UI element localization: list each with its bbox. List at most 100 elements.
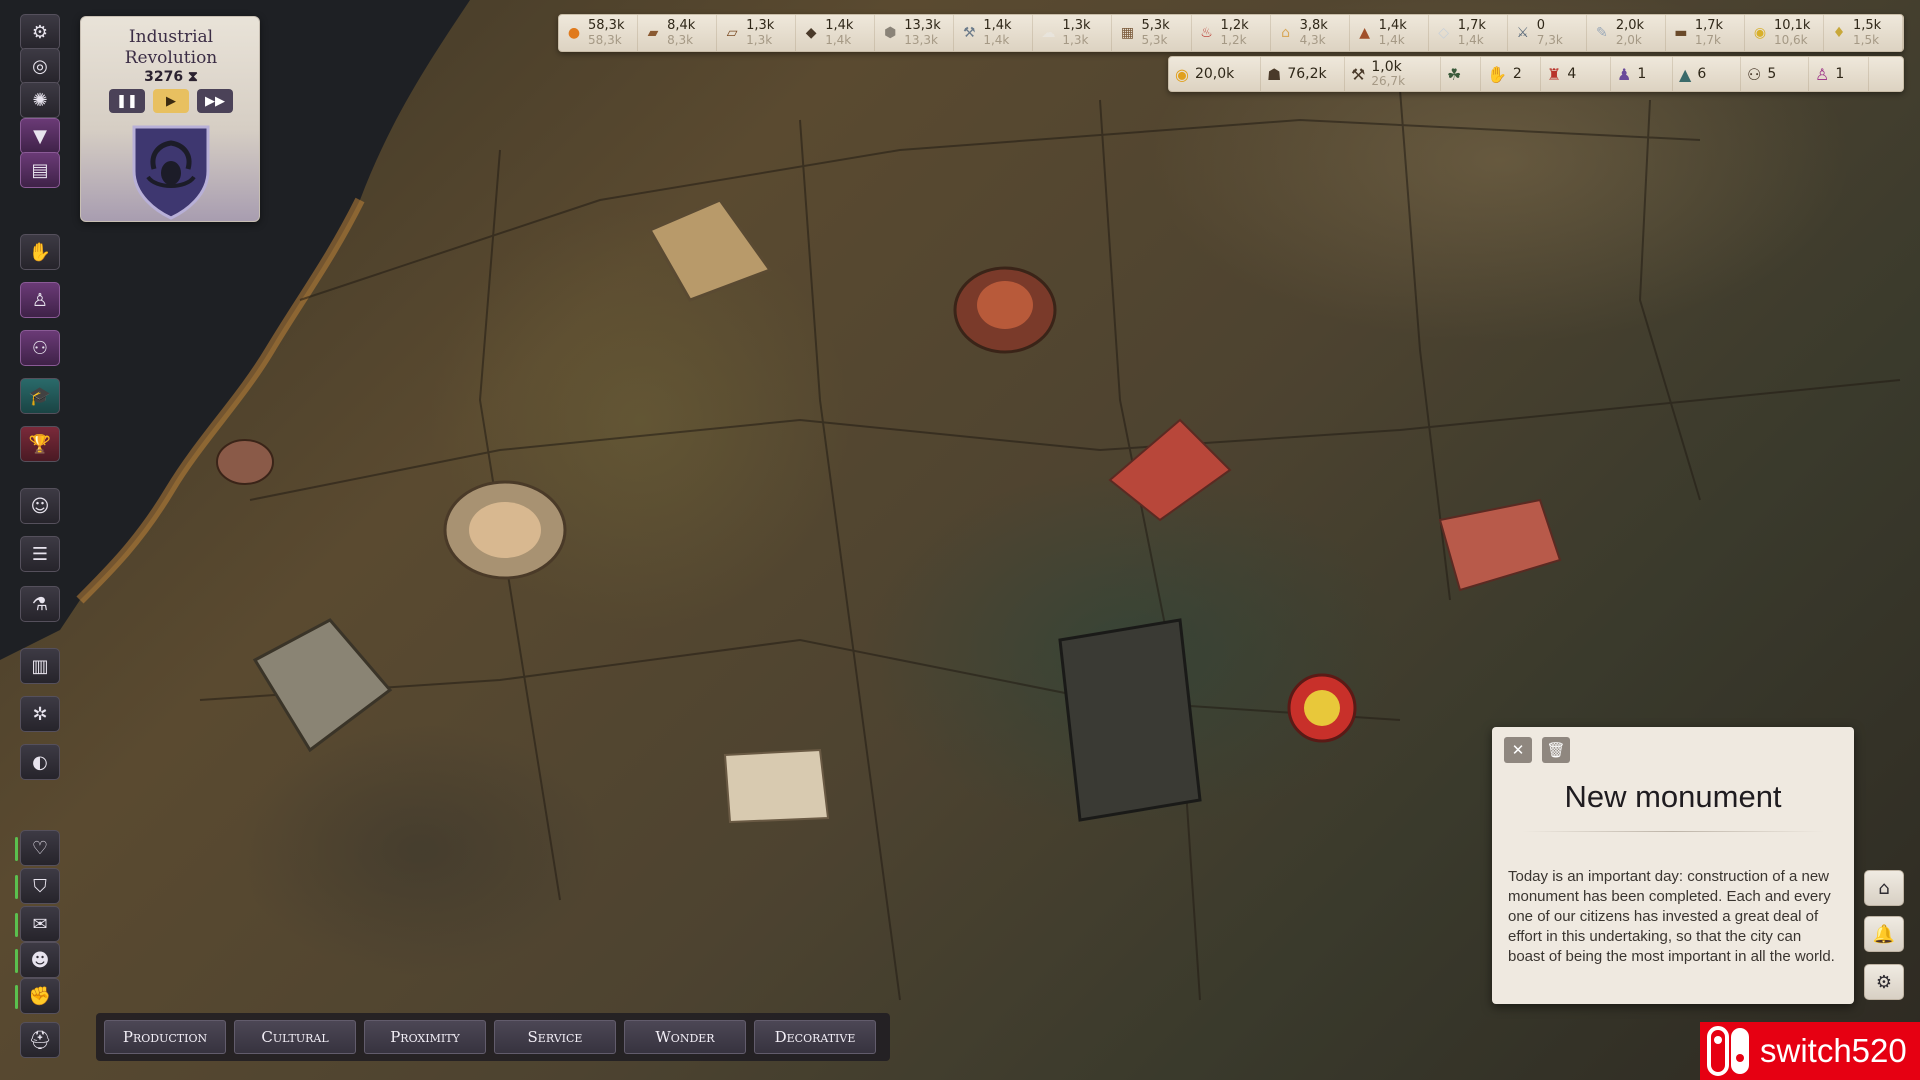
stat-item[interactable]: ◉ 20,0k: [1169, 57, 1261, 91]
fast-forward-button[interactable]: ▶▶: [197, 89, 233, 113]
resource-current: 13,3k: [904, 18, 941, 33]
health-button[interactable]: ♡: [15, 830, 60, 866]
resource-item[interactable]: ⌂ 3,8k 4,3k: [1271, 15, 1350, 51]
pause-button[interactable]: ❚❚: [109, 89, 145, 113]
stat-item[interactable]: ☘: [1441, 57, 1481, 91]
resource-item[interactable]: ◆ 1,4k 1,4k: [796, 15, 876, 51]
resource-item[interactable]: ▱ 1,3k 1,3k: [717, 15, 797, 51]
filter-button[interactable]: ▼: [20, 118, 60, 154]
resource-capacity: 10,6k: [1773, 33, 1808, 47]
sun-icon: ✺: [32, 89, 48, 111]
resource-item[interactable]: ● 58,3k 58,3k: [559, 15, 639, 51]
resource-item[interactable]: ⬢ 13,3k 13,3k: [875, 15, 955, 51]
hand-icon: ✋: [1487, 64, 1507, 84]
category-cultural[interactable]: Cultural: [234, 1020, 356, 1054]
resource-item[interactable]: ▰ 8,4k 8,3k: [638, 15, 718, 51]
resource-capacity: 2,0k: [1615, 33, 1642, 47]
category-decorative[interactable]: Decorative: [754, 1020, 876, 1054]
list-button[interactable]: ☰: [20, 536, 60, 572]
notification-body: Today is an important day: construction …: [1508, 868, 1835, 965]
resource-item[interactable]: ◉ 10,1k 10,6k: [1745, 15, 1824, 51]
monument-cathedral: [1058, 618, 1202, 822]
stat-item[interactable]: ✋ 2: [1481, 57, 1541, 91]
pause-icon: ❚❚: [116, 93, 138, 109]
citizen-icon: ☻: [30, 949, 50, 971]
resource-item[interactable]: ▬ 1,7k 1,7k: [1666, 15, 1745, 51]
category-proximity[interactable]: Proximity: [364, 1020, 486, 1054]
trophy-button[interactable]: 🏆: [20, 426, 60, 462]
citizen-button[interactable]: ♙: [20, 282, 60, 318]
defense-button[interactable]: ⛉: [15, 868, 60, 904]
resource-item[interactable]: ◇ 1,7k 1,4k: [1429, 15, 1508, 51]
stat-value: 6: [1697, 66, 1707, 82]
group-button[interactable]: ☺: [20, 488, 60, 524]
education-button[interactable]: 🎓: [20, 378, 60, 414]
hand-button[interactable]: ✋: [20, 234, 60, 270]
population-button[interactable]: ⚇: [20, 330, 60, 366]
chart-icon: ▥: [31, 655, 49, 677]
chat-icon: ✉: [32, 913, 48, 935]
resource-current: 1,5k: [1853, 18, 1882, 33]
resource-capacity: 58,3k: [588, 33, 622, 47]
statistics-button[interactable]: ▥: [20, 648, 60, 684]
settings-button[interactable]: ⚙: [20, 14, 60, 50]
stat-value: 20,0k: [1194, 66, 1235, 82]
stat-item[interactable]: ⚇ 5: [1741, 57, 1809, 91]
stat-item[interactable]: ♟ 1: [1611, 57, 1673, 91]
close-icon: ✕: [1511, 741, 1525, 759]
close-button[interactable]: ✕: [1504, 737, 1532, 763]
resource-item[interactable]: ☁ 1,3k 1,3k: [1033, 15, 1113, 51]
stats-bar: ◉ 20,0k ☗ 76,2k ⚒ 1,0k 26,7k ☘ ✋ 2 ♜ 4 ♟ 1 ▲ 6 ⚇ 5 ♙ 1: [1168, 56, 1904, 92]
category-service[interactable]: Service: [494, 1020, 616, 1054]
resource-capacity: 8,3k: [667, 33, 694, 47]
category-production[interactable]: Production: [104, 1020, 226, 1054]
stat-item[interactable]: ☗ 76,2k: [1261, 57, 1345, 91]
resource-bar: ● 58,3k 58,3k ▰ 8,4k 8,3k ▱ 1,3k 1,3k ◆ 1,4k 1,4k ⬢ 1…: [558, 14, 1904, 52]
resource-item[interactable]: ♨ 1,2k 1,2k: [1192, 15, 1271, 51]
resource-capacity: 1,4k: [1457, 33, 1484, 47]
workers-icon: ⚒: [1351, 64, 1366, 84]
resource-current: 1,3k: [1062, 18, 1091, 33]
map-settings-button[interactable]: ⚙: [1864, 964, 1904, 1000]
resource-item[interactable]: ▲ 1,4k 1,4k: [1350, 15, 1429, 51]
delete-button[interactable]: 🗑: [1542, 737, 1570, 763]
labor-button[interactable]: ✊: [15, 978, 60, 1014]
stone-icon: ⬢: [884, 25, 897, 41]
monument-circus: [443, 480, 567, 580]
research-button[interactable]: ⚗: [20, 586, 60, 622]
military-button[interactable]: ⛑: [20, 1022, 60, 1058]
daylight-button[interactable]: ✺: [20, 82, 60, 118]
stat-item[interactable]: ▲ 6: [1673, 57, 1741, 91]
citizens-button[interactable]: ☻: [15, 942, 60, 978]
wine-icon: ♦: [1832, 25, 1846, 41]
cloth-icon: ☁: [1041, 25, 1056, 41]
play-button[interactable]: ▶: [153, 89, 189, 113]
notifications-button[interactable]: 🔔: [1864, 916, 1904, 952]
resource-current: 0: [1536, 18, 1546, 33]
meat-icon: ♨: [1200, 25, 1213, 41]
food-icon: ●: [567, 25, 581, 41]
world-button[interactable]: ◐: [20, 744, 60, 780]
health-icon: ♡: [31, 837, 49, 859]
resource-item[interactable]: ♦ 1,5k 1,5k: [1824, 15, 1904, 51]
book-button[interactable]: ▤: [20, 152, 60, 188]
stat-item[interactable]: ♙ 1: [1809, 57, 1869, 91]
dialogue-button[interactable]: ✉: [15, 906, 60, 942]
stat-item[interactable]: ⚒ 1,0k 26,7k: [1345, 57, 1441, 91]
resource-item[interactable]: ✎ 2,0k 2,0k: [1587, 15, 1666, 51]
group-icon: ☺: [30, 495, 50, 517]
globe-icon: ◐: [32, 751, 48, 773]
monument-button[interactable]: ⌂: [1864, 870, 1904, 906]
resource-capacity: 1,4k: [1378, 33, 1405, 47]
options-button[interactable]: ✲: [20, 696, 60, 732]
person-icon: ♙: [31, 289, 49, 311]
monument-pyramid: [647, 198, 773, 302]
resource-item[interactable]: ▦ 5,3k 5,3k: [1112, 15, 1192, 51]
resource-item[interactable]: ⚔ 0 7,3k: [1508, 15, 1587, 51]
stat-item[interactable]: ♜ 4: [1541, 57, 1611, 91]
category-wonder[interactable]: Wonder: [624, 1020, 746, 1054]
leather-icon: ▲: [1359, 25, 1371, 41]
resource-item[interactable]: ⚒ 1,4k 1,4k: [954, 15, 1034, 51]
settings-icon: ⚙: [1875, 971, 1893, 993]
visibility-button[interactable]: ◎: [20, 48, 60, 84]
